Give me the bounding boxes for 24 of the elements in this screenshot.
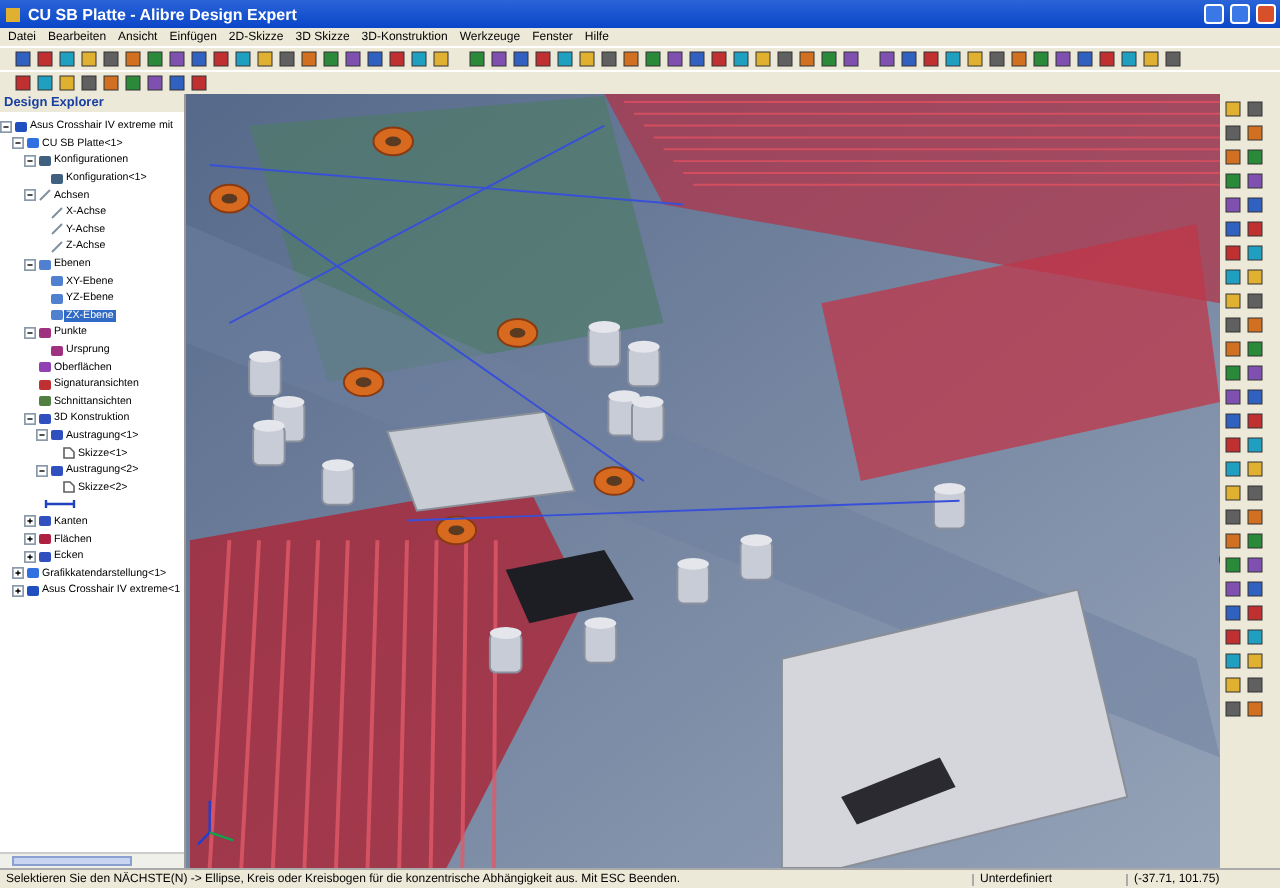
maximize-button[interactable] bbox=[1230, 4, 1250, 24]
rollback-bar-icon[interactable] bbox=[44, 498, 76, 511]
sketch-icon bbox=[61, 446, 75, 461]
close-button[interactable] bbox=[1256, 4, 1276, 24]
window-title: CU SB Platte - Alibre Design Expert bbox=[28, 5, 297, 23]
app-icon bbox=[4, 5, 22, 23]
collapse-toggle-icon[interactable] bbox=[36, 463, 48, 478]
collapse-toggle-icon[interactable] bbox=[0, 119, 12, 134]
expand-toggle-icon[interactable] bbox=[12, 566, 24, 581]
collapse-toggle-icon[interactable] bbox=[24, 188, 36, 203]
expand-toggle-icon[interactable] bbox=[12, 583, 24, 598]
expand-toggle-icon[interactable] bbox=[24, 514, 36, 529]
collapse-toggle-icon[interactable] bbox=[24, 411, 36, 426]
expand-toggle-icon[interactable] bbox=[24, 549, 36, 564]
collapse-toggle-icon[interactable] bbox=[24, 325, 36, 340]
sketch-icon bbox=[61, 480, 75, 495]
minimize-button[interactable] bbox=[1204, 4, 1224, 24]
expand-toggle-icon[interactable] bbox=[24, 532, 36, 547]
collapse-toggle-icon[interactable] bbox=[24, 153, 36, 168]
collapse-toggle-icon[interactable] bbox=[36, 428, 48, 443]
collapse-toggle-icon[interactable] bbox=[12, 136, 24, 151]
collapse-toggle-icon[interactable] bbox=[24, 257, 36, 272]
horizontal-scrollbar[interactable] bbox=[0, 852, 184, 868]
axis-triad-icon bbox=[196, 799, 235, 846]
